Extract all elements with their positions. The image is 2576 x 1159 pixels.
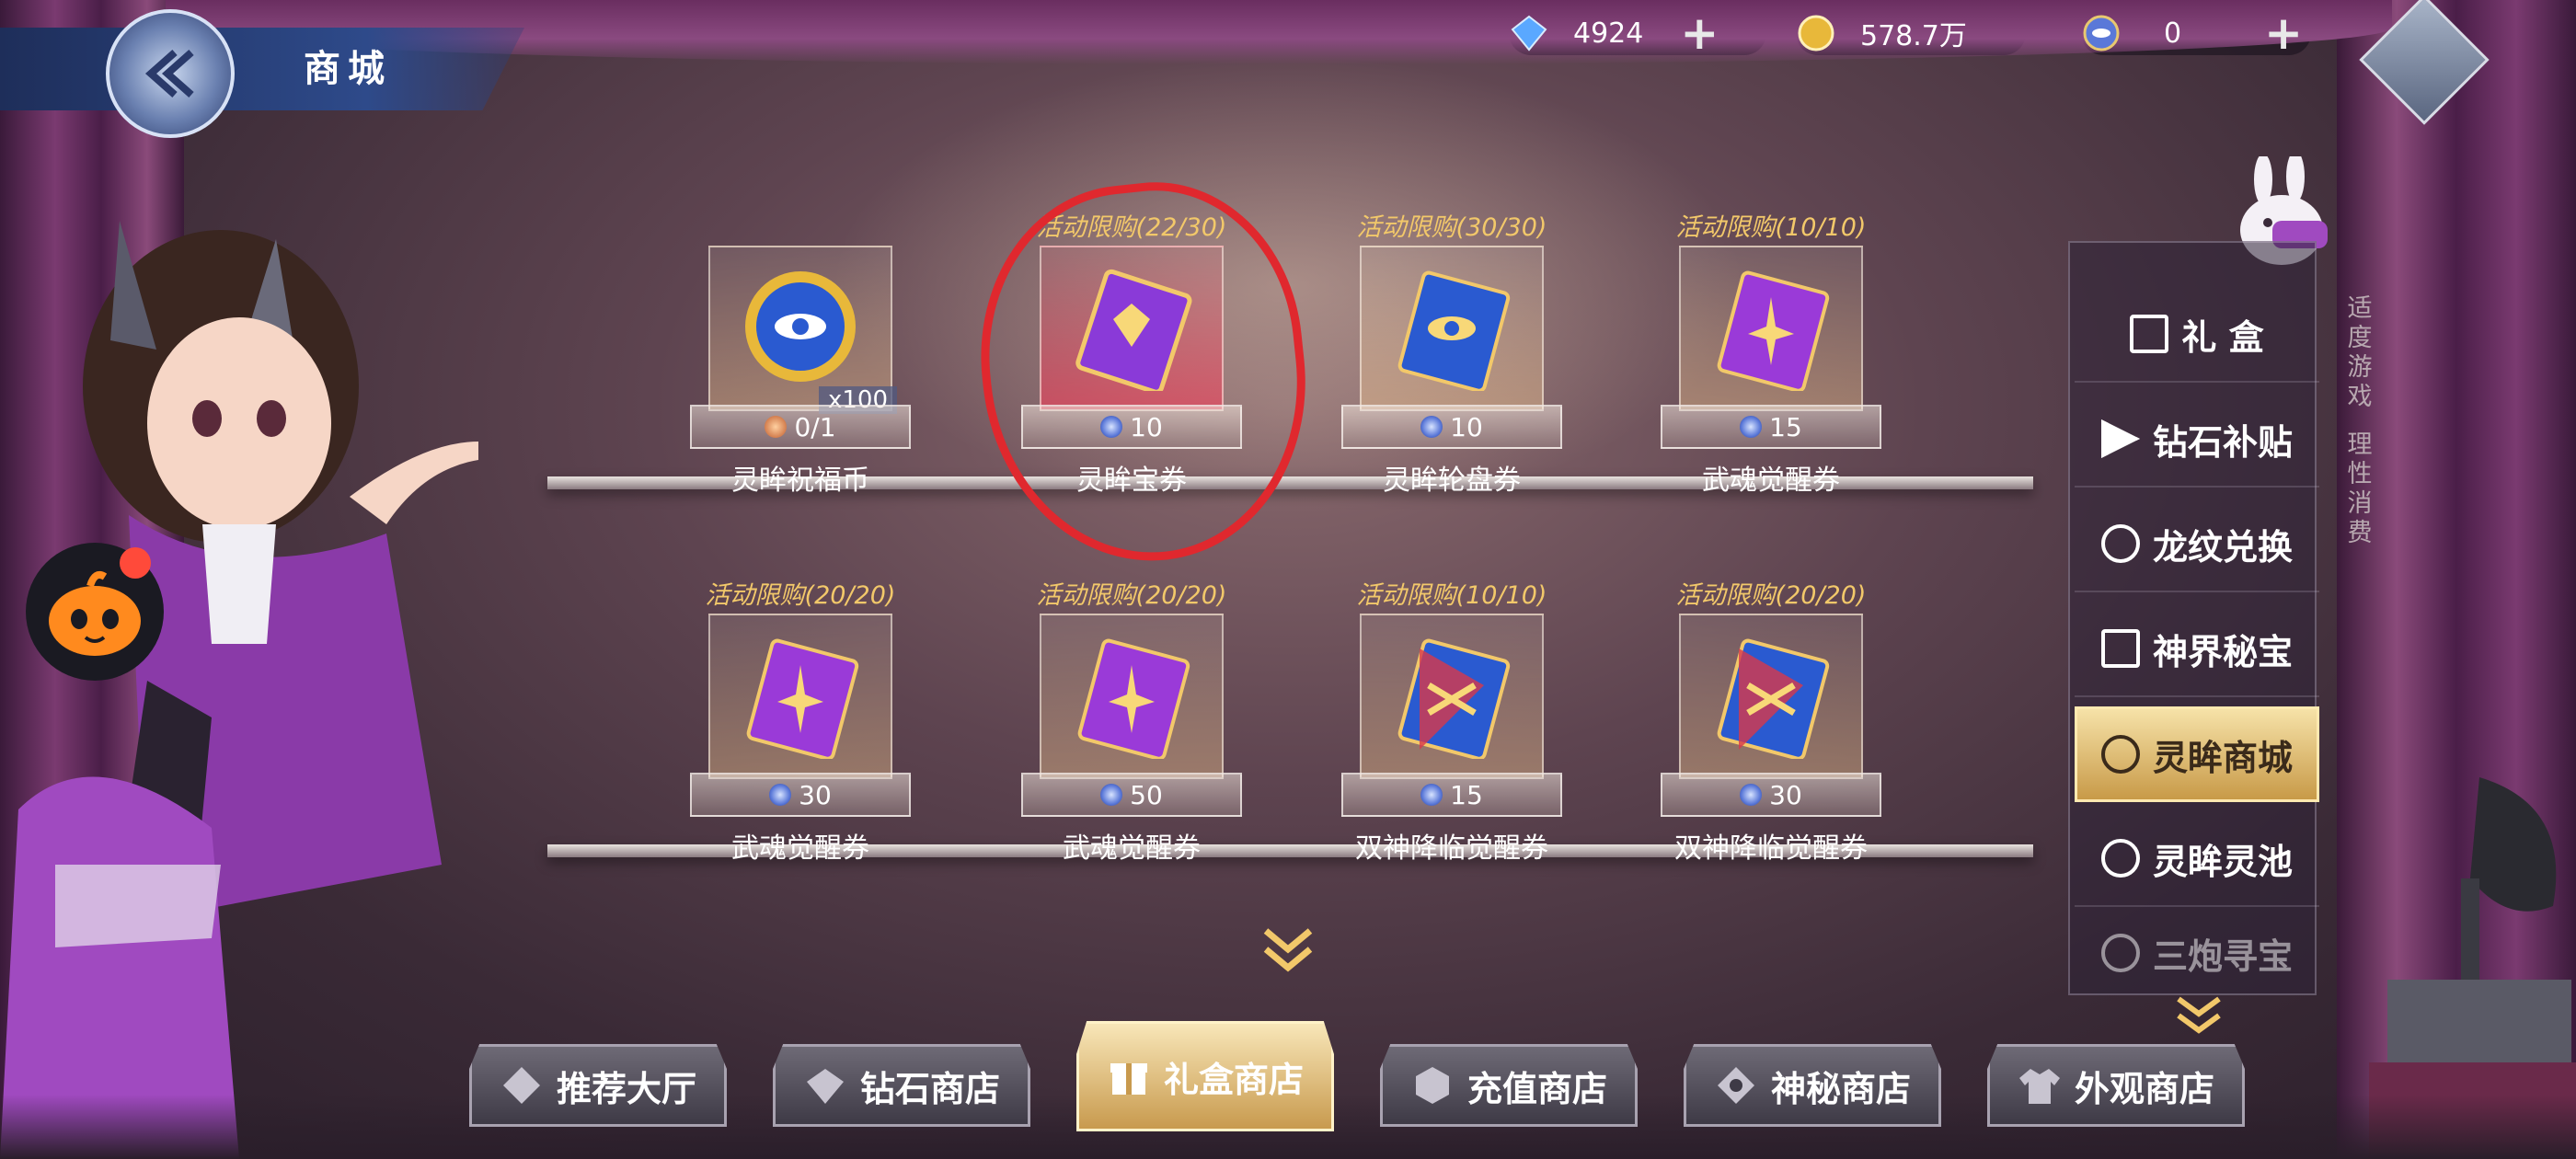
item-name: 武魂觉醒券 xyxy=(1063,832,1201,865)
shop-item[interactable]: 活动限购(20/20) 30 武魂觉醒券 xyxy=(653,575,948,878)
item-name: 灵眸轮盘券 xyxy=(1383,465,1521,497)
title-banner xyxy=(0,28,524,110)
diamond-counter: 4924 + xyxy=(1509,7,1766,59)
tab-recharge-shop[interactable]: 充值商店 xyxy=(1380,1044,1638,1127)
emblem-icon xyxy=(502,1067,540,1104)
side-nav-gift-box[interactable]: 礼 盒 xyxy=(2075,287,2319,383)
tab-recommend-hall[interactable]: 推荐大厅 xyxy=(469,1044,727,1127)
side-nav-spirit-pool[interactable]: 灵眸灵池 xyxy=(2075,811,2319,907)
spirit-eye-coupon-icon xyxy=(1740,784,1763,806)
back-button[interactable] xyxy=(106,9,235,138)
add-diamond-button[interactable]: + xyxy=(1680,10,1719,56)
side-nav-spirit-shop[interactable]: 灵眸商城 xyxy=(2075,706,2319,802)
hexagon-icon xyxy=(1415,1067,1449,1104)
health-notice: 适度游戏 理性消费 xyxy=(2347,294,2373,547)
eye-coin-icon xyxy=(2100,735,2140,774)
back-arrow-icon xyxy=(144,50,194,98)
item-price: 15 xyxy=(1661,405,1881,449)
purchase-limit: 活动限购(10/10) xyxy=(1356,581,1547,610)
item-name: 武魂觉醒券 xyxy=(1702,465,1840,497)
soul-awaken-ticket-icon xyxy=(1717,270,1830,391)
pumpkin-pet-icon xyxy=(49,571,141,656)
spirit-eye-coupon-icon xyxy=(769,784,792,806)
add-coupon-button[interactable]: + xyxy=(2264,10,2303,56)
chevron-down-icon[interactable] xyxy=(1259,920,1317,979)
gift-icon xyxy=(1110,1063,1147,1095)
eye-coin-icon xyxy=(2100,934,2140,972)
side-nav-divine-treasure[interactable]: 神界秘宝 xyxy=(2075,602,2319,697)
item-name: 双神降临觉醒券 xyxy=(1355,832,1548,865)
shop-item[interactable]: 活动限购(10/10) 15 武魂觉醒券 xyxy=(1624,207,1918,511)
diamond-count: 4924 xyxy=(1573,17,1644,50)
purchase-limit: 活动限购(20/20) xyxy=(1675,581,1867,610)
purchase-limit: 活动限购(20/20) xyxy=(705,581,896,610)
item-price: 10 xyxy=(1341,405,1562,449)
gold-counter: 578.7万 xyxy=(1796,7,2026,59)
blessing-token-icon xyxy=(765,416,788,438)
mystery-emblem-icon xyxy=(1717,1067,1754,1104)
twin-god-ticket-icon xyxy=(1397,638,1511,759)
shop-item[interactable]: 活动限购(20/20) 30 双神降临觉醒券 xyxy=(1624,575,1918,878)
item-price: 0/1 xyxy=(690,405,911,449)
soul-awaken-ticket-icon xyxy=(1077,638,1190,759)
spirit-eye-coupon-icon xyxy=(1100,784,1123,806)
play-icon xyxy=(2100,419,2140,458)
spirit-eye-coupon-icon xyxy=(1420,416,1443,438)
notification-dot xyxy=(120,547,151,579)
side-nav-cannon-hunt[interactable]: 三炮寻宝 xyxy=(2075,916,2319,990)
diamond-icon xyxy=(1511,15,1547,52)
spirit-eye-coupon-icon xyxy=(1420,784,1443,806)
page-title: 商城 xyxy=(304,48,392,90)
eye-coin-icon xyxy=(2100,524,2140,563)
twin-god-ticket-icon xyxy=(1717,638,1830,759)
purchase-limit: 活动限购(20/20) xyxy=(1036,581,1227,610)
side-nav-chevron-down-icon[interactable] xyxy=(2171,993,2226,1039)
item-name: 双神降临觉醒券 xyxy=(1674,832,1868,865)
shop-item[interactable]: 活动限购(20/20) 50 武魂觉醒券 xyxy=(984,575,1279,878)
spirit-eye-coupon-icon xyxy=(1740,416,1763,438)
item-name: 武魂觉醒券 xyxy=(731,832,869,865)
spirit-wheel-ticket-icon xyxy=(1397,270,1511,391)
item-price: 15 xyxy=(1341,773,1562,817)
gift-icon xyxy=(2130,315,2169,353)
item-price: 50 xyxy=(1021,773,1242,817)
tab-diamond-shop[interactable]: 钻石商店 xyxy=(773,1044,1030,1127)
side-nav-diamond-subsidy[interactable]: 钻石补贴 xyxy=(2075,392,2319,488)
diamond-icon xyxy=(806,1069,844,1104)
spirit-eye-coupon-icon xyxy=(2083,15,2120,52)
coupon-count: 0 xyxy=(2164,17,2182,50)
gold-count: 578.7万 xyxy=(1860,20,1967,52)
eye-coin-icon xyxy=(2100,839,2140,878)
shop-item[interactable]: 活动限购(30/30) 10 灵眸轮盘券 xyxy=(1305,207,1599,511)
gold-coin-icon xyxy=(1798,15,1834,52)
treasure-chest-icon xyxy=(2100,629,2140,668)
item-price: 30 xyxy=(1661,773,1881,817)
tab-gift-box-shop[interactable]: 礼盒商店 xyxy=(1076,1021,1334,1131)
soul-awaken-ticket-icon xyxy=(746,638,859,759)
item-name: 灵眸祝福币 xyxy=(731,465,869,497)
shop-item[interactable]: x100 0/1 灵眸祝福币 xyxy=(653,207,948,511)
tab-appearance-shop[interactable]: 外观商店 xyxy=(1987,1044,2245,1127)
purchase-limit: 活动限购(30/30) xyxy=(1356,213,1547,242)
spirit-blessing-coin-icon xyxy=(745,271,856,382)
shop-item[interactable]: 活动限购(10/10) 15 双神降临觉醒券 xyxy=(1305,575,1599,878)
coupon-counter: 0 + xyxy=(2081,7,2311,59)
tab-mystery-shop[interactable]: 神秘商店 xyxy=(1684,1044,1941,1127)
item-price: 30 xyxy=(690,773,911,817)
purchase-limit: 活动限购(10/10) xyxy=(1675,213,1867,242)
side-nav-dragon-exchange[interactable]: 龙纹兑换 xyxy=(2075,497,2319,592)
shirt-icon xyxy=(2018,1069,2060,1104)
